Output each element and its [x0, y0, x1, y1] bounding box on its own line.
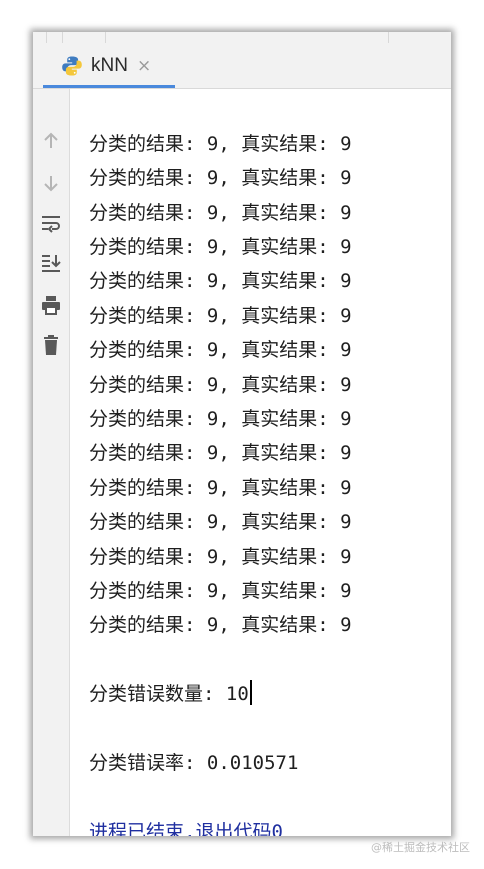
arrow-up-icon[interactable] — [37, 127, 65, 155]
text-caret — [249, 680, 252, 705]
arrow-down-icon[interactable] — [37, 169, 65, 197]
console-output[interactable]: 分类的结果: 9, 真实结果: 9 分类的结果: 9, 真实结果: 9 分类的结… — [70, 89, 451, 836]
print-icon[interactable] — [37, 291, 65, 319]
watermark: @稀土掘金技术社区 — [371, 841, 470, 854]
output-line: 分类的结果: 9, 真实结果: 9 — [89, 236, 352, 258]
output-line: 分类的结果: 9, 真实结果: 9 — [89, 202, 352, 224]
tab-knn[interactable]: kNN × — [43, 44, 175, 88]
error-rate-line: 分类错误率: 0.010571 — [89, 752, 299, 774]
tab-bar: kNN × — [33, 44, 451, 89]
output-line: 分类的结果: 9, 真实结果: 9 — [89, 477, 352, 499]
trash-icon[interactable] — [37, 331, 65, 359]
output-line: 分类的结果: 9, 真实结果: 9 — [89, 374, 352, 396]
output-line: 分类的结果: 9, 真实结果: 9 — [89, 614, 352, 636]
output-line: 分类的结果: 9, 真实结果: 9 — [89, 511, 352, 533]
output-line: 分类的结果: 9, 真实结果: 9 — [89, 442, 352, 464]
close-icon[interactable]: × — [137, 56, 151, 76]
output-line: 分类的结果: 9, 真实结果: 9 — [89, 305, 352, 327]
tab-label: kNN — [91, 55, 128, 76]
output-line: 分类的结果: 9, 真实结果: 9 — [89, 339, 352, 361]
output-line: 分类的结果: 9, 真实结果: 9 — [89, 167, 352, 189]
output-line: 分类的结果: 9, 真实结果: 9 — [89, 408, 352, 430]
scroll-to-end-icon[interactable] — [37, 249, 65, 277]
python-icon — [62, 56, 82, 76]
exit-message: 进程已结束,退出代码0 — [89, 821, 283, 836]
run-window: kNN × 分类的结果: 9, 真实结果: 9 分类的结果: 9, 真实结果: … — [33, 32, 451, 836]
output-line: 分类的结果: 9, 真实结果: 9 — [89, 270, 352, 292]
active-tab-indicator — [43, 85, 175, 88]
soft-wrap-icon[interactable] — [37, 209, 65, 237]
output-line: 分类的结果: 9, 真实结果: 9 — [89, 580, 352, 602]
console-toolbar — [33, 89, 70, 836]
output-line: 分类的结果: 9, 真实结果: 9 — [89, 546, 352, 568]
output-line: 分类的结果: 9, 真实结果: 9 — [89, 133, 352, 155]
error-count-line: 分类错误数量: 10 — [89, 679, 252, 706]
